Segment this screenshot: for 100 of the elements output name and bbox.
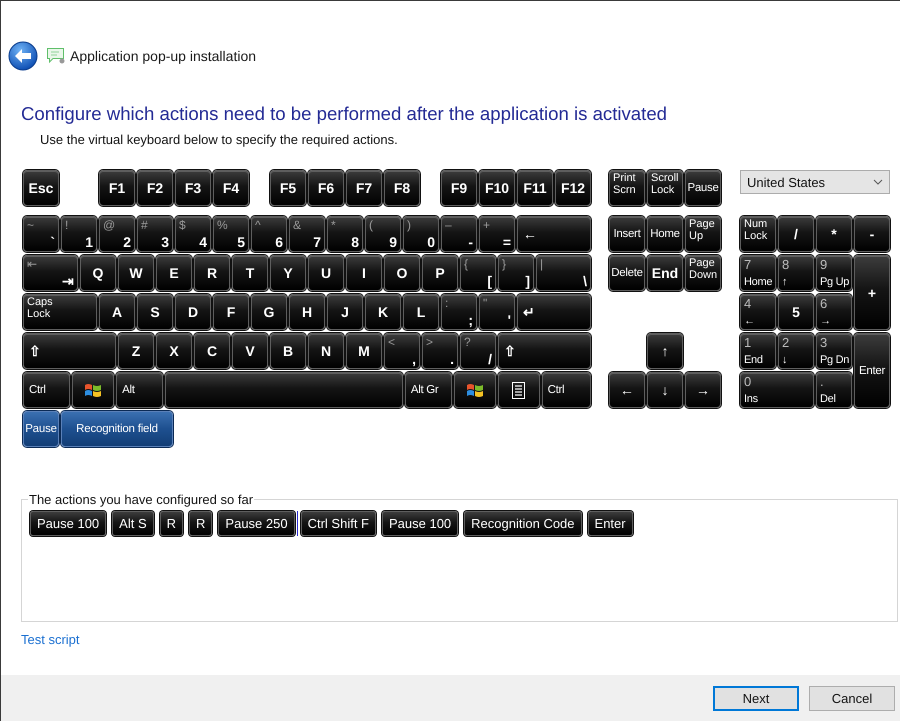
keyboard-key[interactable]: E xyxy=(156,255,192,291)
action-chip[interactable]: Alt S xyxy=(112,511,154,536)
keyboard-key[interactable]: F8 xyxy=(384,170,420,206)
keyboard-key[interactable]: . Del xyxy=(816,372,852,408)
keyboard-key[interactable]: & 7 xyxy=(289,216,325,252)
keyboard-key[interactable]: J xyxy=(327,294,363,330)
keyboard-key[interactable]: H xyxy=(289,294,325,330)
keyboard-key[interactable]: F xyxy=(213,294,249,330)
keyboard-key[interactable]: # 3 xyxy=(137,216,173,252)
action-chip[interactable]: Enter xyxy=(588,511,633,536)
keyboard-key[interactable]: Page Down xyxy=(685,255,721,291)
action-chip[interactable]: Ctrl Shift F xyxy=(300,511,376,536)
keyboard-key[interactable]: F6 xyxy=(308,170,344,206)
keyboard-key[interactable]: @ 2 xyxy=(99,216,135,252)
keyboard-key[interactable]: D xyxy=(175,294,211,330)
keyboard-key[interactable]: F3 xyxy=(175,170,211,206)
keyboard-key[interactable]: Y xyxy=(270,255,306,291)
keyboard-key[interactable]: Z xyxy=(118,333,154,369)
keyboard-key[interactable]: A xyxy=(99,294,135,330)
footer-button[interactable]: Cancel xyxy=(809,686,895,710)
keyboard-key[interactable]: F4 xyxy=(213,170,249,206)
action-chip[interactable]: R xyxy=(189,511,212,536)
keyboard-key[interactable]: I xyxy=(346,255,382,291)
keyboard-key[interactable]: 1 End xyxy=(740,333,776,369)
keyboard-key[interactable]: : ; xyxy=(441,294,477,330)
keyboard-key[interactable]: ↵ xyxy=(517,294,591,330)
keyboard-key[interactable]: * xyxy=(816,216,852,252)
keyboard-key[interactable]: P xyxy=(422,255,458,291)
layout-dropdown[interactable]: United States xyxy=(740,170,890,194)
keyboard-key[interactable]: Delete xyxy=(609,255,645,291)
keyboard-key[interactable]: Ctrl xyxy=(23,372,70,408)
back-button[interactable] xyxy=(8,41,38,71)
keyboard-key[interactable]: F10 xyxy=(479,170,515,206)
keyboard-key[interactable]: Alt Gr xyxy=(404,372,452,408)
keyboard-key[interactable]: End xyxy=(647,255,683,291)
keyboard-key[interactable]: < , xyxy=(384,333,420,369)
keyboard-key[interactable]: Print Scrn xyxy=(609,170,645,206)
keyboard-key[interactable]: F11 xyxy=(517,170,553,206)
action-chip[interactable]: R xyxy=(160,511,184,536)
keyboard-key[interactable]: T xyxy=(232,255,268,291)
keyboard-key[interactable]: ) 0 xyxy=(403,216,439,252)
keyboard-key[interactable]: Insert xyxy=(609,216,645,252)
keyboard-key[interactable]: F1 xyxy=(99,170,135,206)
keyboard-key[interactable] xyxy=(498,372,540,408)
keyboard-key[interactable]: 5 xyxy=(778,294,814,330)
keyboard-key[interactable]: G xyxy=(251,294,287,330)
keyboard-key[interactable]: 6 → xyxy=(816,294,852,330)
footer-button[interactable]: Next xyxy=(713,686,799,710)
keyboard-key[interactable]: ^ 6 xyxy=(251,216,287,252)
keyboard-key[interactable]: 2 ↓ xyxy=(778,333,814,369)
keyboard-key[interactable]: ↑ xyxy=(647,333,683,369)
keyboard-key[interactable]: – - xyxy=(441,216,477,252)
keyboard-key[interactable]: U xyxy=(308,255,344,291)
keyboard-key[interactable]: ? / xyxy=(460,333,496,369)
keyboard-key[interactable]: L xyxy=(403,294,439,330)
action-chip[interactable]: Pause 100 xyxy=(382,511,458,536)
keyboard-key[interactable]: Page Up xyxy=(685,216,721,252)
keyboard-key[interactable]: > . xyxy=(422,333,458,369)
keyboard-key[interactable]: ( 9 xyxy=(365,216,401,252)
keyboard-key[interactable]: Enter xyxy=(854,333,890,408)
keyboard-key[interactable]: V xyxy=(232,333,268,369)
keyboard-key[interactable] xyxy=(454,372,496,408)
keyboard-key[interactable]: % 5 xyxy=(213,216,249,252)
keyboard-key[interactable]: F5 xyxy=(270,170,306,206)
space-bar[interactable] xyxy=(165,372,403,408)
keyboard-key[interactable]: * 8 xyxy=(327,216,363,252)
keyboard-key[interactable]: ← xyxy=(609,372,645,408)
keyboard-key[interactable]: 8 ↑ xyxy=(778,255,814,291)
keyboard-key[interactable]: + xyxy=(854,255,890,330)
keyboard-key[interactable]: Alt xyxy=(116,372,164,408)
keyboard-key[interactable]: Home xyxy=(647,216,683,252)
action-chip[interactable]: Pause 100 xyxy=(30,511,106,536)
keyboard-key[interactable]: B xyxy=(270,333,306,369)
action-chip[interactable]: Pause 250 xyxy=(218,511,295,536)
keyboard-key[interactable]: F7 xyxy=(346,170,382,206)
keyboard-key[interactable]: K xyxy=(365,294,401,330)
keyboard-key[interactable]: F12 xyxy=(555,170,591,206)
keyboard-key[interactable]: M xyxy=(346,333,382,369)
keyboard-key[interactable]: Esc xyxy=(23,170,59,206)
keyboard-key[interactable]: F9 xyxy=(441,170,477,206)
keyboard-key[interactable]: X xyxy=(156,333,192,369)
keyboard-key[interactable]: ⇧ xyxy=(23,333,116,369)
command-key[interactable]: Pause xyxy=(23,411,59,447)
keyboard-key[interactable]: O xyxy=(384,255,420,291)
test-script-link[interactable]: Test script xyxy=(21,632,80,647)
keyboard-key[interactable]: 3 Pg Dn xyxy=(816,333,852,369)
keyboard-key[interactable]: - xyxy=(854,216,890,252)
command-key[interactable]: Recognition field xyxy=(61,411,173,447)
keyboard-key[interactable]: S xyxy=(137,294,173,330)
keyboard-key[interactable]: Caps Lock xyxy=(23,294,97,330)
keyboard-key[interactable]: Scroll Lock xyxy=(647,170,683,206)
keyboard-key[interactable]: | \ xyxy=(536,255,591,291)
keyboard-key[interactable]: " ' xyxy=(479,294,515,330)
action-chip[interactable]: Recognition Code xyxy=(464,511,582,536)
keyboard-key[interactable]: Ctrl xyxy=(542,372,591,408)
keyboard-key[interactable]: 7 Home xyxy=(740,255,776,291)
keyboard-key[interactable]: Pause xyxy=(685,170,721,206)
keyboard-key[interactable]: W xyxy=(118,255,154,291)
keyboard-key[interactable]: $ 4 xyxy=(175,216,211,252)
keyboard-key[interactable]: N xyxy=(308,333,344,369)
